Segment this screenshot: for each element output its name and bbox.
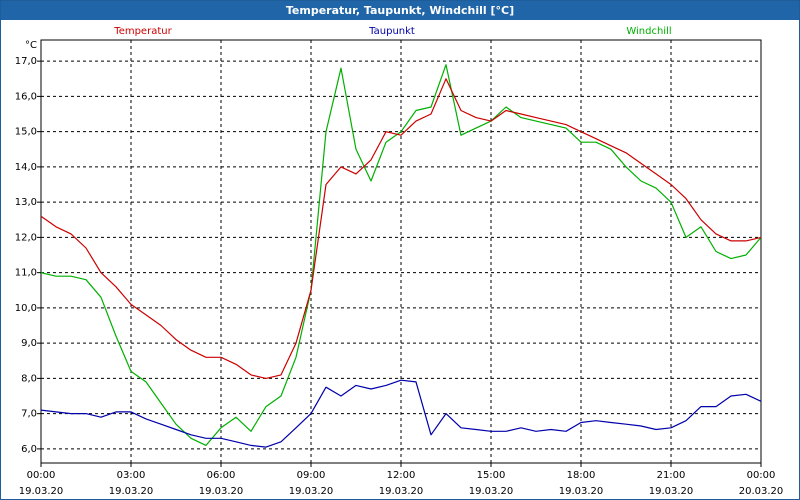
y-tick-label: 13,0: [15, 197, 37, 208]
window-title: Temperatur, Taupunkt, Windchill [°C]: [1, 1, 799, 20]
y-tick-label: 6,0: [21, 444, 37, 455]
chart-window: Temperatur, Taupunkt, Windchill [°C] 6,0…: [0, 0, 800, 500]
legend-entry: Windchill: [626, 26, 671, 37]
x-tick-time-label: 06:00: [207, 470, 236, 481]
x-tick-date-label: 19.03.20: [469, 486, 514, 497]
chart-svg: 6,0 7,0 8,0 9,0 10,0 11,0 12,0 13,0 14,0 15,0 16,0…: [15, 26, 784, 497]
x-tick-time-label: 21:00: [657, 470, 686, 481]
x-tick-time-label: 09:00: [297, 470, 326, 481]
x-tick-time-label: 00:00: [747, 470, 776, 481]
x-tick-date-label: 19.03.20: [649, 486, 694, 497]
y-tick-label: 16,0: [15, 91, 37, 102]
legend-entry: Temperatur: [113, 26, 172, 37]
x-tick-time-label: 03:00: [117, 470, 146, 481]
y-unit-label: °C: [25, 40, 37, 51]
x-tick-date-label: 20.03.20: [739, 486, 784, 497]
x-tick-time-label: 18:00: [567, 470, 596, 481]
x-tick-date-label: 19.03.20: [109, 486, 154, 497]
y-tick-label: 7,0: [21, 409, 37, 420]
y-tick-label: 12,0: [15, 232, 37, 243]
x-tick-time-label: 00:00: [27, 470, 56, 481]
y-tick-label: 11,0: [15, 268, 37, 279]
x-tick-date-label: 19.03.20: [289, 486, 334, 497]
x-tick-date-label: 19.03.20: [379, 486, 424, 497]
y-tick-label: 15,0: [15, 127, 37, 138]
legend-entry: Taupunkt: [368, 26, 415, 37]
y-tick-label: 17,0: [15, 56, 37, 67]
x-tick-date-label: 19.03.20: [199, 486, 244, 497]
y-tick-label: 14,0: [15, 162, 37, 173]
y-tick-label: 8,0: [21, 373, 37, 384]
x-tick-date-label: 19.03.20: [19, 486, 64, 497]
x-tick-time-label: 12:00: [387, 470, 416, 481]
x-tick-date-label: 19.03.20: [559, 486, 604, 497]
x-tick-time-label: 15:00: [477, 470, 506, 481]
y-tick-label: 9,0: [21, 338, 37, 349]
y-tick-label: 10,0: [15, 303, 37, 314]
